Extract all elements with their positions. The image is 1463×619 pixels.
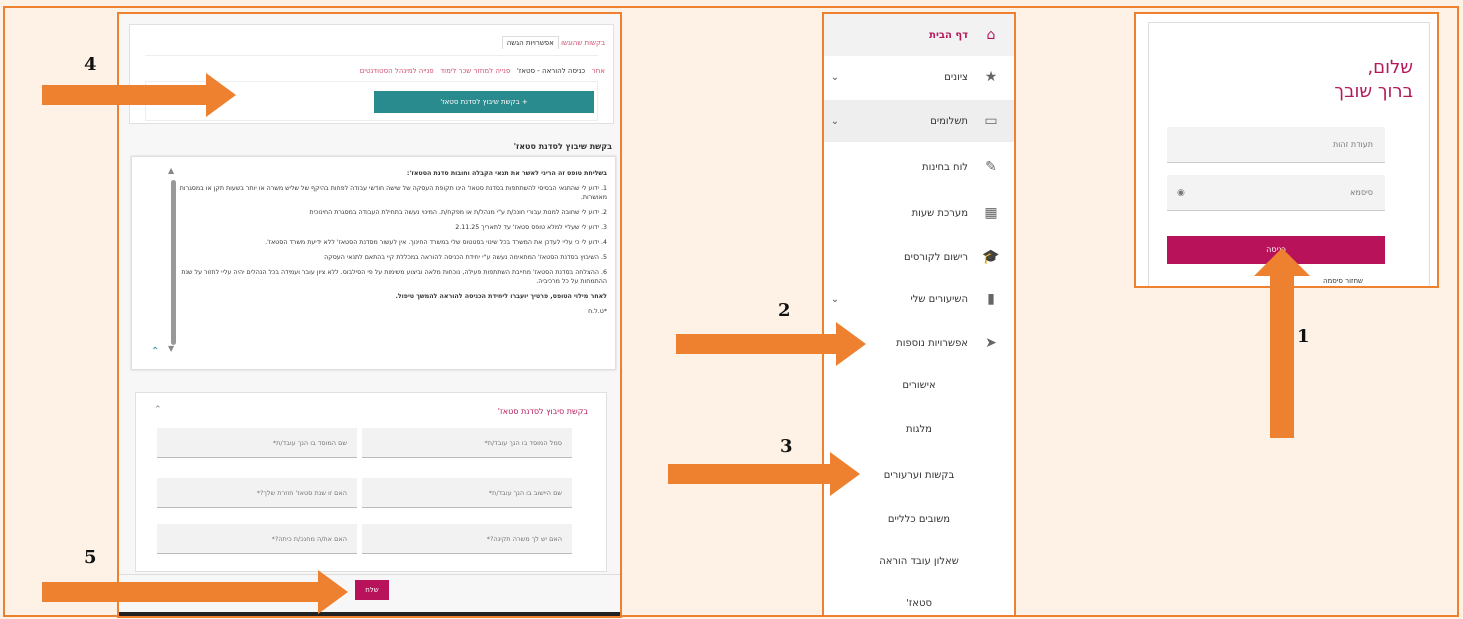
sidebar-item-payments[interactable]: ▭ תשלומים ⌄ bbox=[824, 100, 1014, 142]
arrow-step-4 bbox=[42, 73, 236, 117]
collapse-chevron-icon[interactable]: ⌃ bbox=[151, 346, 159, 357]
terms-item-4: 4. ידוע לי כי עליי לעדכן את המשרד בכל שי… bbox=[265, 239, 607, 246]
sidebar-item-label: השיעורים שלי bbox=[910, 293, 968, 305]
new-internship-request-button[interactable]: + בקשת שיבוץ לסדנת סטאז' bbox=[374, 91, 594, 113]
subform-title: בקשת סיבוץ לסדנת סטאז' bbox=[497, 407, 588, 416]
chevron-down-icon: ⌄ bbox=[830, 293, 840, 305]
step-number-2: 2 bbox=[778, 300, 791, 321]
terms-item-2: 2. ידוע לי שחובה למנות עבורי חונכ/ת ע"י … bbox=[309, 209, 608, 216]
sidebar-item-exams[interactable]: ✎ לוח בחינות bbox=[824, 146, 1014, 188]
institution-code-field[interactable]: סמל המוסד בו הנך עובד/ת* bbox=[362, 428, 572, 458]
sidebar-subitem-general-feedback[interactable]: משובים כלליים bbox=[824, 514, 1014, 525]
institution-name-field[interactable]: שם המוסד בו הנך עובד/ת* bbox=[157, 428, 357, 458]
tabs-divider bbox=[145, 55, 598, 56]
step-number-1: 1 bbox=[1297, 326, 1310, 347]
terms-item-5: 5. השיבוץ בסדנת הסטאז' המתאימה נעשה ע"י … bbox=[324, 254, 607, 261]
terms-item-1: 1. ידוע לי שהתנאי הבסיסי להשתתפות בסדנת … bbox=[179, 185, 607, 201]
sidebar-item-course-registration[interactable]: 🎓 רישום לקורסים bbox=[824, 236, 1014, 278]
greeting-line-1: שלום, bbox=[1367, 57, 1413, 78]
scroll-down-arrow-icon[interactable]: ▼ bbox=[168, 344, 174, 353]
scroll-up-arrow-icon[interactable]: ▲ bbox=[168, 166, 174, 175]
sidebar-subitem-teacher-survey[interactable]: שאלון עובד הוראה bbox=[824, 556, 1014, 567]
chevron-down-icon: ⌄ bbox=[830, 71, 840, 83]
terms-item-6: 6. ההצלחה בסדנת הסטאז' מחייבת השתתפות פע… bbox=[181, 269, 607, 285]
id-number-field[interactable]: תעודת זהות bbox=[1167, 127, 1385, 163]
send-button[interactable]: שלח bbox=[355, 580, 389, 600]
calendar-icon: ▦ bbox=[984, 205, 998, 221]
sidebar-subitem-internship[interactable]: סטאז' bbox=[824, 598, 1014, 609]
sidebar-item-schedule[interactable]: ▦ מערכת שעות bbox=[824, 192, 1014, 234]
homeroom-teacher-field[interactable]: האם את/ה מחנכ/ת כיתה?* bbox=[157, 524, 357, 554]
step-number-3: 3 bbox=[780, 436, 793, 457]
password-field[interactable]: סיסמא ◉ bbox=[1167, 175, 1385, 211]
sidebar-item-label: לוח בחינות bbox=[922, 161, 968, 173]
sidebar-item-grades[interactable]: ★ ציונים ⌄ bbox=[824, 56, 1014, 98]
tab-submitted-requests[interactable]: בקשות שהוגשו bbox=[561, 39, 605, 47]
valid-position-field[interactable]: האם יש לך משרה תקינה?* bbox=[362, 524, 572, 554]
terms-item-3: 3. ידוע לי שעליי למלא טופס סטאז' עד לתאר… bbox=[455, 224, 607, 231]
sidebar-item-home[interactable]: ⌂ דף הבית bbox=[824, 14, 1014, 56]
sidebar-item-my-lessons[interactable]: ▮ השיעורים שלי ⌄ bbox=[824, 278, 1014, 320]
arrow-step-5 bbox=[42, 570, 348, 614]
sidebar-item-label: דף הבית bbox=[929, 29, 968, 41]
tab-submission-options[interactable]: אפשרויות הגשה bbox=[501, 36, 559, 49]
terms-heading: בשליחת טופס זה הריני לאשר את תנאי הקבלה … bbox=[406, 170, 607, 177]
sidebar-item-label: מערכת שעות bbox=[911, 207, 968, 219]
home-icon: ⌂ bbox=[986, 27, 996, 43]
sidebar-item-label: תשלומים bbox=[930, 115, 968, 127]
step-number-5: 5 bbox=[84, 547, 97, 568]
section-title: בקשת שיבוץ לסדנת סטאז' bbox=[513, 142, 612, 151]
forgot-password-link[interactable]: שחזור סיסמה bbox=[1323, 277, 1363, 285]
sub-tabs: אחר כניסה להוראה - סטאז' פנייה למחזר שכר… bbox=[360, 67, 605, 75]
terms-footer: לאחר מילוי הטופס, פרטיך יועברו ליחידת הכ… bbox=[395, 293, 607, 300]
sidebar-item-label: רישום לקורסים bbox=[903, 251, 968, 263]
arrow-step-3 bbox=[668, 452, 860, 496]
step-number-4: 4 bbox=[84, 54, 97, 75]
subtab-student-admin[interactable]: פנייה למינהל הסטודנטים bbox=[360, 67, 434, 75]
greeting-line-2: ברוך שובך bbox=[1334, 81, 1413, 102]
city-field[interactable]: שם היישוב בו הנך עובד/ת* bbox=[362, 478, 572, 508]
star-icon: ★ bbox=[984, 69, 998, 85]
login-panel: שלום, ברוך שובך תעודת זהות סיסמא ◉ כניסה… bbox=[1134, 12, 1439, 288]
terms-sign: *ט.ל.ח bbox=[588, 308, 607, 315]
edit-icon: ✎ bbox=[985, 159, 997, 175]
subtab-other[interactable]: אחר bbox=[592, 67, 605, 75]
sidebar-menu-panel: ⌂ דף הבית ★ ציונים ⌄ ▭ תשלומים ⌄ ✎ לוח ב… bbox=[822, 12, 1016, 617]
sidebar-item-label: ציונים bbox=[944, 71, 968, 83]
chevron-down-icon: ⌄ bbox=[830, 115, 840, 127]
subtab-internship[interactable]: כניסה להוראה - סטאז' bbox=[517, 67, 585, 75]
credit-card-icon: ▭ bbox=[984, 113, 998, 129]
password-placeholder: סיסמא bbox=[1350, 188, 1373, 197]
subtab-tuition-refund[interactable]: פנייה למחזר שכר לימוד bbox=[440, 67, 510, 75]
sidebar-subitem-scholarships[interactable]: מלגות bbox=[824, 424, 1014, 435]
arrow-step-2 bbox=[676, 322, 866, 366]
subform-collapse-icon[interactable]: ⌃ bbox=[154, 405, 162, 415]
terms-scrollbar[interactable] bbox=[171, 180, 176, 345]
terms-box: בשליחת טופס זה הריני לאשר את תנאי הקבלה … bbox=[131, 156, 616, 370]
graduation-cap-icon: 🎓 bbox=[982, 249, 1000, 265]
book-icon: ▮ bbox=[987, 291, 995, 307]
eye-icon[interactable]: ◉ bbox=[1177, 175, 1185, 211]
repeat-internship-field[interactable]: האם זו שנת סטאז' חוזרת שלך?* bbox=[157, 478, 357, 508]
sidebar-subitem-approvals[interactable]: אישורים bbox=[824, 380, 1014, 391]
paper-plane-icon: ➤ bbox=[985, 335, 997, 351]
